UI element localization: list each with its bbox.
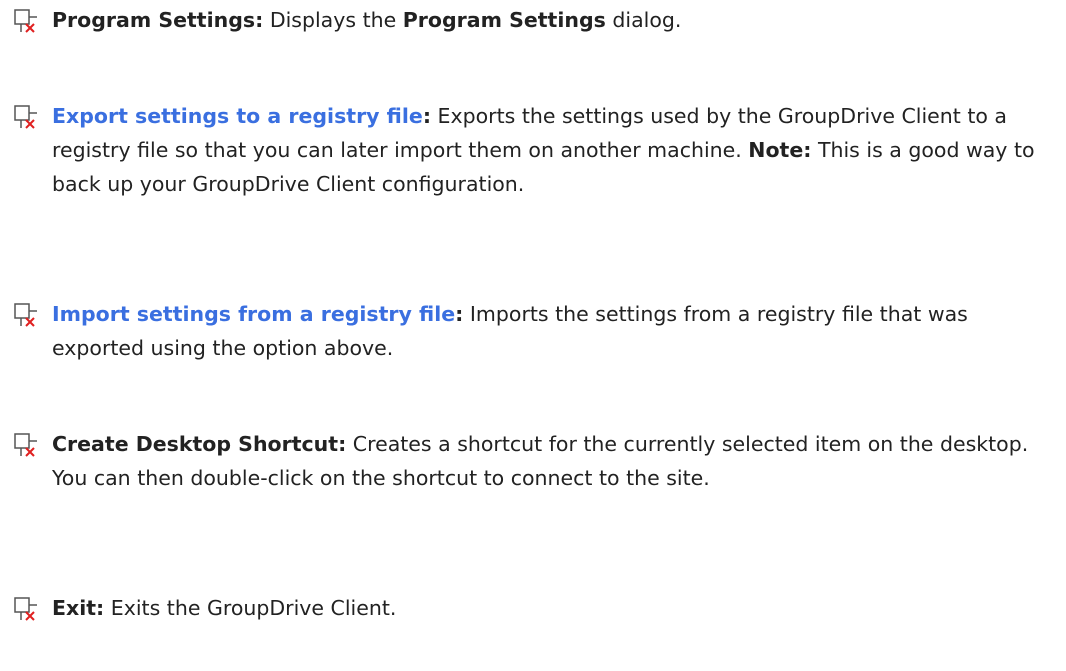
item-term: Create Desktop Shortcut: <box>52 432 347 456</box>
item-description: Exits the GroupDrive Client. <box>104 596 397 620</box>
item-term: Exit: <box>52 596 105 620</box>
broken-image-icon <box>14 433 38 457</box>
broken-image-icon <box>14 105 38 129</box>
item-term: Program Settings: <box>52 8 264 32</box>
item-description: Displays the <box>263 8 403 32</box>
help-item-import-settings: Import settings from a registry file: Im… <box>14 297 1052 365</box>
help-item-program-settings: Program Settings: Displays the Program S… <box>14 3 1052 37</box>
export-settings-link[interactable]: Export settings to a registry file <box>52 104 423 128</box>
import-settings-link[interactable]: Import settings from a registry file <box>52 302 455 326</box>
item-description-end: dialog. <box>605 8 682 32</box>
term-colon: : <box>422 104 432 128</box>
broken-image-icon <box>14 303 38 327</box>
help-item-desktop-shortcut: Create Desktop Shortcut: Creates a short… <box>14 427 1052 495</box>
note-label: Note: <box>748 138 812 162</box>
help-item-exit: Exit: Exits the GroupDrive Client. <box>14 591 1052 625</box>
help-item-export-settings: Export settings to a registry file: Expo… <box>14 99 1052 201</box>
broken-image-icon <box>14 597 38 621</box>
broken-image-icon <box>14 9 38 33</box>
dialog-name: Program Settings <box>402 8 606 32</box>
